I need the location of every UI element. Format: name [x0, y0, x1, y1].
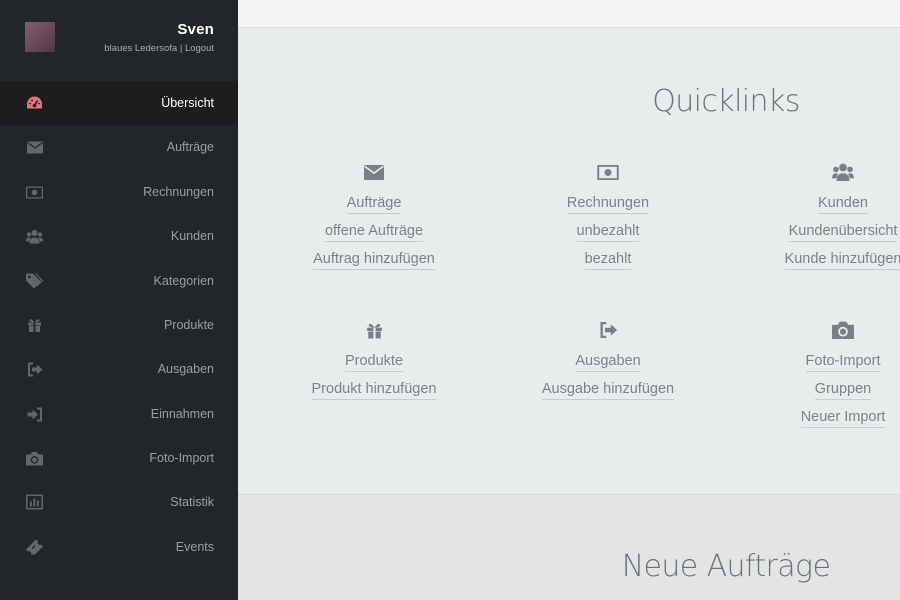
dashboard-icon: [26, 95, 43, 112]
avatar[interactable]: [25, 22, 55, 52]
user-profile: Sven blaues Ledersofa | Logout: [0, 0, 238, 80]
camera-icon: [26, 450, 43, 467]
nav-label: Foto-Import: [149, 451, 214, 465]
tags-icon: [26, 273, 43, 290]
nav-item-events[interactable]: Events: [0, 525, 238, 569]
quicklinks-group-ausgaben: Ausgaben Ausgabe hinzufügen: [508, 319, 708, 407]
nav-item-auftraege[interactable]: Aufträge: [0, 125, 238, 169]
users-icon: [743, 161, 900, 183]
logout-link[interactable]: Logout: [185, 43, 214, 54]
quicklink[interactable]: Auftrag hinzufügen: [313, 249, 435, 270]
money-icon: [508, 161, 708, 183]
quicklink[interactable]: bezahlt: [584, 249, 632, 270]
nav-label: Statistik: [170, 495, 214, 509]
nav-item-rechnungen[interactable]: Rechnungen: [0, 170, 238, 214]
nav-label: Kategorien: [153, 274, 214, 288]
quicklink[interactable]: Aufträge: [346, 193, 402, 214]
new-orders-section: Neue Aufträge: [238, 495, 900, 600]
nav-label: Produkte: [163, 318, 214, 332]
bar-chart-icon: [26, 494, 43, 511]
quicklink[interactable]: Produkt hinzufügen: [311, 379, 437, 400]
quicklink[interactable]: Kundenübersicht: [788, 221, 898, 242]
quicklink[interactable]: Rechnungen: [566, 193, 650, 214]
separator: |: [177, 43, 185, 54]
nav-label: Rechnungen: [143, 185, 214, 199]
quicklink[interactable]: Neuer Import: [800, 407, 886, 428]
new-orders-title: Neue Aufträge: [621, 549, 831, 584]
gift-icon: [26, 317, 43, 334]
quicklink[interactable]: unbezahlt: [576, 221, 640, 242]
nav-item-produkte[interactable]: Produkte: [0, 303, 238, 347]
nav-item-foto-import[interactable]: Foto-Import: [0, 436, 238, 480]
quicklink[interactable]: Gruppen: [814, 379, 872, 400]
quicklinks-title: Quicklinks: [652, 84, 800, 119]
user-name: Sven: [177, 21, 214, 38]
user-tagline: blaues Ledersofa: [104, 43, 178, 54]
quicklink[interactable]: Foto-Import: [805, 351, 881, 372]
nav-item-einnahmen[interactable]: Einnahmen: [0, 392, 238, 436]
envelope-icon: [274, 161, 474, 183]
nav-label: Einnahmen: [150, 407, 214, 421]
nav-label: Ausgaben: [157, 362, 214, 376]
quicklinks-group-foto-import: Foto-Import Gruppen Neuer Import: [743, 319, 900, 435]
sign-out-icon: [26, 361, 43, 378]
nav-item-kategorien[interactable]: Kategorien: [0, 259, 238, 303]
money-icon: [26, 184, 43, 201]
quicklink[interactable]: offene Aufträge: [324, 221, 424, 242]
quicklink[interactable]: Kunden: [818, 193, 868, 214]
quicklink[interactable]: Produkte: [344, 351, 404, 372]
quicklink[interactable]: Kunde hinzufügen: [784, 249, 900, 270]
quicklinks-group-kunden: Kunden Kundenübersicht Kunde hinzufügen: [743, 161, 900, 277]
user-subtitle: blaues Ledersofa | Logout: [104, 43, 214, 54]
ticket-icon: [26, 539, 43, 556]
quicklink[interactable]: Ausgabe hinzufügen: [541, 379, 675, 400]
quicklink[interactable]: Ausgaben: [575, 351, 641, 372]
sidebar: Sven blaues Ledersofa | Logout Übersicht…: [0, 0, 238, 600]
gift-icon: [274, 319, 474, 341]
nav-item-statistik[interactable]: Statistik: [0, 480, 238, 524]
quicklinks-group-auftraege: Aufträge offene Aufträge Auftrag hinzufü…: [274, 161, 474, 277]
nav-label: Übersicht: [161, 96, 214, 110]
quicklinks-group-produkte: Produkte Produkt hinzufügen: [274, 319, 474, 407]
nav-item-ausgaben[interactable]: Ausgaben: [0, 347, 238, 391]
nav-label: Aufträge: [166, 140, 214, 154]
top-bar: [238, 0, 900, 28]
nav-label: Events: [175, 540, 214, 554]
sign-in-icon: [26, 406, 43, 423]
quicklinks-section: Quicklinks Aufträge offene Aufträge Auft…: [238, 28, 900, 495]
users-icon: [26, 228, 43, 245]
envelope-icon: [26, 139, 43, 156]
quicklinks-group-rechnungen: Rechnungen unbezahlt bezahlt: [508, 161, 708, 277]
nav-label: Kunden: [170, 229, 214, 243]
nav-item-uebersicht[interactable]: Übersicht: [0, 81, 238, 125]
camera-icon: [743, 319, 900, 341]
nav-item-kunden[interactable]: Kunden: [0, 214, 238, 258]
sign-out-icon: [508, 319, 708, 341]
